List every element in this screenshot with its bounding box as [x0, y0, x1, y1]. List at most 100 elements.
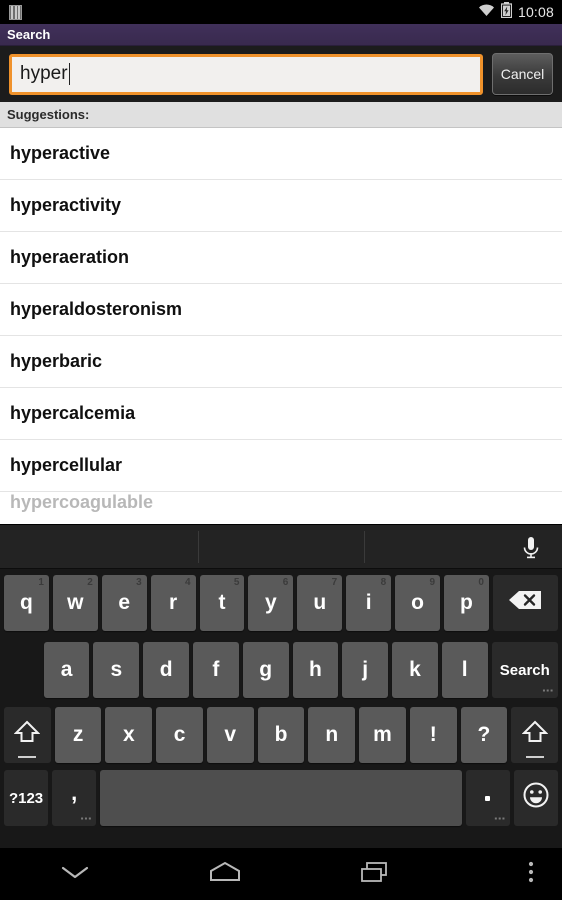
microphone-icon[interactable] — [516, 532, 546, 562]
shift-key-left[interactable] — [3, 707, 51, 763]
key-hint: 0 — [478, 577, 484, 588]
search-enter-label: Search — [499, 661, 550, 679]
key-c[interactable]: c — [156, 707, 203, 763]
overflow-menu-icon — [528, 860, 534, 889]
page-title: Search — [7, 27, 51, 42]
key-e[interactable]: 3 e — [101, 575, 147, 631]
key-label: r — [169, 591, 178, 614]
keyboard-suggestion-strip[interactable] — [0, 525, 562, 569]
home-button[interactable] — [150, 848, 300, 900]
keyboard-row-1: 1 q 2 w 3 e 4 r 5 t 6 y 7 u 8 i 9 o 0 p — [0, 569, 562, 637]
key-question[interactable]: ? — [460, 707, 508, 763]
key-l[interactable]: l — [441, 642, 488, 698]
key-b[interactable]: b — [257, 707, 305, 763]
battery-charging-icon — [500, 1, 513, 23]
key-exclamation[interactable]: ! — [409, 707, 457, 763]
key-hint: 4 — [185, 577, 191, 588]
status-bar: 10:08 — [0, 0, 562, 24]
key-label: q — [20, 591, 33, 614]
list-item[interactable]: hyperaeration — [0, 232, 562, 284]
key-t[interactable]: 5 t — [199, 575, 245, 631]
suggestions-list[interactable]: hyperactive hyperactivity hyperaeration … — [0, 128, 562, 524]
key-hint: 1 — [38, 577, 44, 588]
overflow-menu-button[interactable] — [500, 848, 562, 900]
key-hint: 7 — [331, 577, 338, 588]
key-a[interactable]: a — [43, 642, 90, 698]
list-item[interactable]: hypercalcemia — [0, 388, 562, 440]
search-enter-key[interactable]: Search ▪▪▪ — [491, 642, 558, 698]
key-more-hint: ▪▪▪ — [80, 814, 93, 823]
key-i[interactable]: 8 i — [346, 575, 392, 631]
navigation-bar — [0, 848, 562, 900]
keyboard-row-2: a s d f g h j k l Search ▪▪▪ — [0, 637, 562, 703]
key-x[interactable]: x — [105, 707, 153, 763]
search-input-value: hyper — [20, 63, 68, 84]
key-label: w — [67, 591, 84, 614]
shift-underline — [525, 756, 544, 758]
key-n[interactable]: n — [308, 707, 356, 763]
cancel-button[interactable]: Cancel — [492, 53, 553, 95]
key-d[interactable]: d — [143, 642, 190, 698]
key-m[interactable]: m — [359, 707, 406, 763]
list-item[interactable]: hypercellular — [0, 440, 562, 492]
key-j[interactable]: j — [342, 642, 389, 698]
search-input[interactable]: hyper — [9, 53, 483, 95]
list-item[interactable]: hyperactivity — [0, 180, 562, 232]
key-hint: 3 — [136, 577, 142, 588]
key-s[interactable]: s — [93, 642, 140, 698]
key-p[interactable]: 0 p — [444, 575, 489, 631]
symbols-label: ?123 — [8, 789, 44, 807]
list-item[interactable]: hyperaldosteronism — [0, 284, 562, 336]
list-item[interactable]: hyperactive — [0, 128, 562, 180]
key-v[interactable]: v — [206, 707, 254, 763]
suggestions-header: Suggestions: — [0, 102, 562, 128]
key-h[interactable]: h — [292, 642, 339, 698]
key-hint: 6 — [282, 577, 289, 588]
android-screen: 10:08 Search hyper Cancel Suggestions: h… — [0, 0, 562, 900]
home-icon — [206, 860, 244, 889]
list-item[interactable]: hypercoagulable — [0, 492, 562, 512]
symbols-key[interactable]: ?123 — [4, 770, 49, 826]
key-w[interactable]: 2 w — [52, 575, 98, 631]
key-f[interactable]: f — [193, 642, 239, 698]
app-title-bar: Search — [0, 24, 562, 46]
recents-button[interactable] — [300, 848, 450, 900]
comma-key[interactable]: , ▪▪▪ — [52, 770, 97, 826]
key-label: y — [265, 591, 277, 614]
hide-keyboard-chevron-icon — [58, 862, 92, 887]
shift-icon — [521, 719, 549, 751]
key-g[interactable]: g — [242, 642, 289, 698]
key-y[interactable]: 6 y — [248, 575, 294, 631]
key-label: t — [218, 591, 226, 614]
key-u[interactable]: 7 u — [297, 575, 343, 631]
recents-icon — [358, 860, 392, 889]
keyboard-row-3: z x c v b n m ! ? — [0, 703, 562, 767]
key-hint: 8 — [380, 577, 387, 588]
keyboard-row-4: ?123 , ▪▪▪ ▪▪▪ — [0, 767, 562, 829]
suggestions-header-label: Suggestions: — [7, 107, 90, 122]
key-hint: 9 — [429, 577, 436, 588]
key-k[interactable]: k — [392, 642, 438, 698]
wifi-icon — [478, 3, 495, 22]
key-more-hint: ▪▪▪ — [494, 814, 506, 823]
shift-icon — [13, 719, 41, 751]
key-o[interactable]: 9 o — [395, 575, 441, 631]
backspace-icon — [507, 589, 543, 617]
emoji-key[interactable] — [513, 770, 558, 826]
key-label: o — [411, 591, 424, 614]
key-z[interactable]: z — [54, 707, 102, 763]
hide-keyboard-button[interactable] — [0, 848, 150, 900]
backspace-key[interactable] — [492, 575, 558, 631]
on-screen-keyboard: 1 q 2 w 3 e 4 r 5 t 6 y 7 u 8 i 9 o 0 p … — [0, 524, 562, 848]
key-hint: 2 — [87, 577, 93, 588]
period-key[interactable]: ▪▪▪ — [465, 770, 510, 826]
key-r[interactable]: 4 r — [150, 575, 196, 631]
status-bar-right: 10:08 — [478, 1, 554, 23]
shift-key-right[interactable] — [511, 707, 559, 763]
strip-divider — [364, 531, 365, 563]
key-label: i — [365, 591, 372, 614]
key-q[interactable]: 1 q — [4, 575, 49, 631]
key-label: p — [460, 591, 473, 614]
list-item[interactable]: hyperbaric — [0, 336, 562, 388]
space-key[interactable] — [100, 770, 462, 826]
